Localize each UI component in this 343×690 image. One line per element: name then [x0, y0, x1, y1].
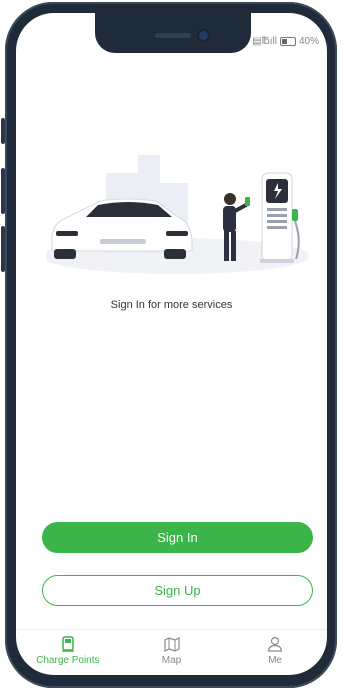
tab-label: Map [161, 655, 182, 666]
battery-percent: 40% [298, 36, 319, 47]
notch [95, 13, 251, 53]
bottom-tab-bar: Charge Points Map Me [16, 629, 327, 675]
sign-in-prompt: Sign In for more services [110, 299, 233, 311]
signal-icon: ▤℔ıll [252, 36, 277, 47]
camera [199, 31, 208, 40]
speaker [155, 33, 191, 38]
map-icon [163, 637, 180, 652]
tab-charge-points[interactable]: Charge Points [16, 630, 120, 675]
sign-in-button[interactable]: Sign In [42, 522, 313, 553]
side-button [1, 226, 5, 272]
tab-label: Me [268, 655, 283, 666]
charge-point-icon [61, 636, 74, 652]
battery-icon [279, 37, 296, 46]
sign-up-button[interactable]: Sign Up [42, 575, 313, 606]
screen: ▤℔ıll 40% Sign In for more services Sign… [16, 13, 327, 675]
side-button [1, 168, 5, 214]
status-bar: ▤℔ıll 40% [252, 36, 319, 47]
ev-charging-illustration [46, 155, 308, 274]
side-button [1, 118, 5, 144]
person-icon [268, 636, 283, 652]
tab-map[interactable]: Map [120, 630, 224, 675]
tab-label: Charge Points [36, 655, 100, 666]
tab-me[interactable]: Me [223, 630, 327, 675]
